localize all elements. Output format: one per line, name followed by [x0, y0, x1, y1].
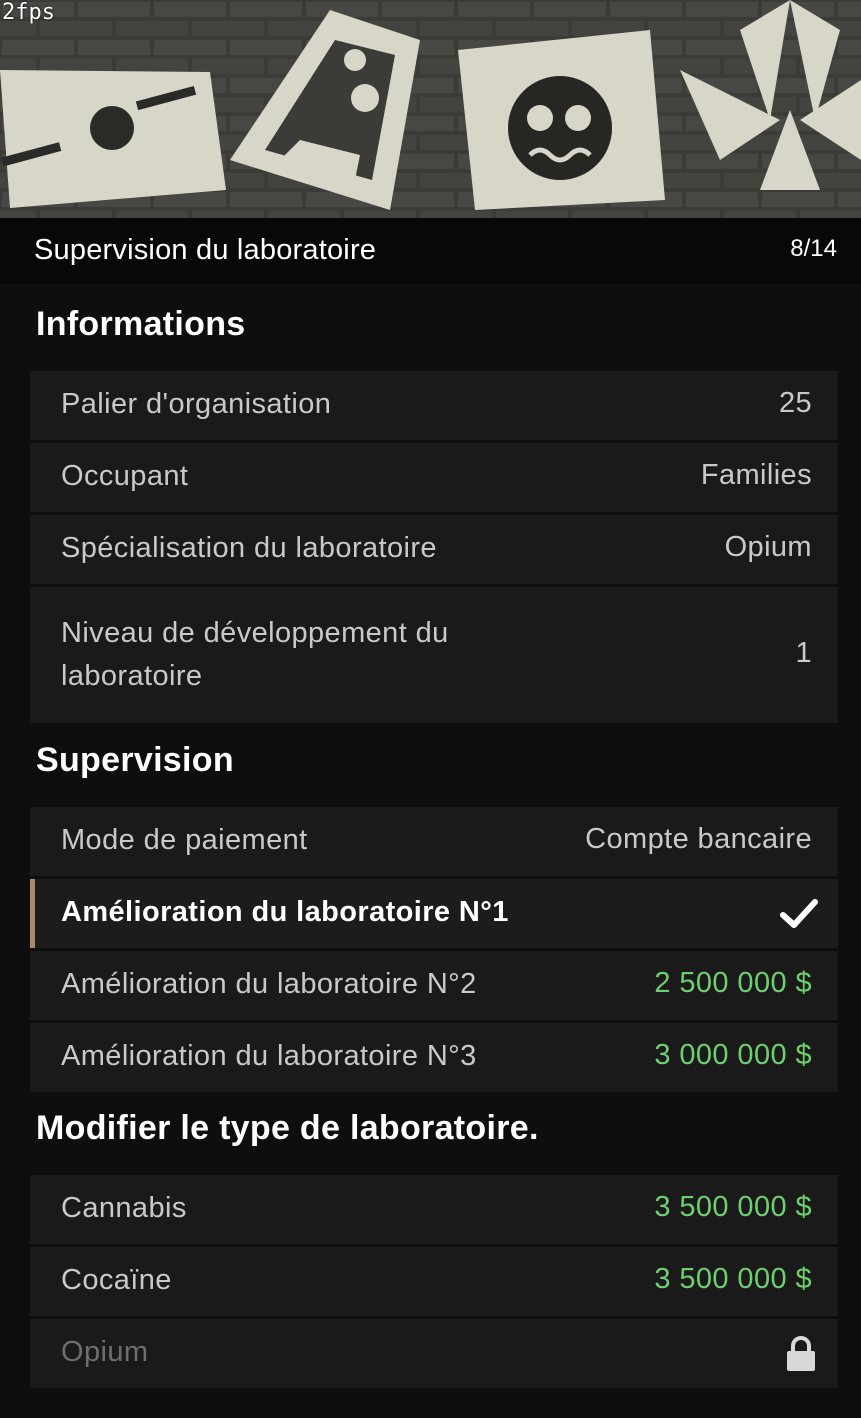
section-heading-modifier: Modifier le type de laboratoire.: [36, 1109, 539, 1147]
lock-icon: [787, 1336, 815, 1371]
menu-row-palier[interactable]: Palier d'organisation 25: [30, 371, 838, 440]
menu-row-mode-paiement[interactable]: Mode de paiement Compte bancaire: [30, 807, 838, 876]
row-label: Opium: [61, 1336, 149, 1368]
row-label: Spécialisation du laboratoire: [61, 532, 437, 564]
menu-item-counter: 8/14: [790, 235, 837, 262]
row-label: Palier d'organisation: [61, 388, 332, 420]
menu-row-niveau[interactable]: Niveau de développement du laboratoire 1: [30, 587, 838, 723]
menu-row-occupant[interactable]: Occupant Families: [30, 443, 838, 512]
row-label: Niveau de développement du laboratoire: [61, 617, 449, 692]
checkmark-icon: [780, 899, 818, 928]
row-price: 3 000 000 $: [654, 1039, 812, 1071]
row-label: Amélioration du laboratoire N°1: [61, 896, 509, 928]
row-label: Mode de paiement: [61, 824, 308, 856]
row-label: Amélioration du laboratoire N°2: [61, 968, 477, 1000]
row-label: Occupant: [61, 460, 189, 492]
banner-image: [0, 0, 861, 218]
menu-row-amelioration-1[interactable]: Amélioration du laboratoire N°1: [30, 879, 838, 948]
menu-row-cannabis[interactable]: Cannabis 3 500 000 $: [30, 1175, 838, 1244]
fps-counter: 2fps: [2, 0, 55, 25]
row-value: Families: [700, 459, 812, 491]
row-value: Opium: [724, 531, 812, 563]
lab-supervision-screen: 2fps Supervision du laboratoire 8/14 Inf…: [0, 0, 861, 1418]
row-value: 1: [795, 637, 812, 669]
menu-row-specialisation[interactable]: Spécialisation du laboratoire Opium: [30, 515, 838, 584]
row-label: Cannabis: [61, 1192, 187, 1224]
razor-blade-graffiti: [0, 70, 226, 208]
menu-row-cocaine[interactable]: Cocaïne 3 500 000 $: [30, 1247, 838, 1316]
row-value: 25: [778, 387, 812, 419]
menu-row-amelioration-2[interactable]: Amélioration du laboratoire N°2 2 500 00…: [30, 951, 838, 1020]
row-value: Compte bancaire: [585, 823, 812, 855]
row-price: 3 500 000 $: [654, 1263, 812, 1295]
menu-row-opium[interactable]: Opium: [30, 1319, 838, 1388]
skull-bag-graffiti: [458, 30, 665, 210]
row-price: 2 500 000 $: [654, 967, 812, 999]
row-price: 3 500 000 $: [654, 1191, 812, 1223]
row-label: Cocaïne: [61, 1264, 172, 1296]
menu-title: Supervision du laboratoire: [34, 234, 377, 266]
section-heading-supervision: Supervision: [36, 741, 234, 779]
menu-row-amelioration-3[interactable]: Amélioration du laboratoire N°3 3 000 00…: [30, 1023, 838, 1092]
row-label: Amélioration du laboratoire N°3: [61, 1040, 477, 1072]
section-heading-informations: Informations: [36, 305, 246, 343]
